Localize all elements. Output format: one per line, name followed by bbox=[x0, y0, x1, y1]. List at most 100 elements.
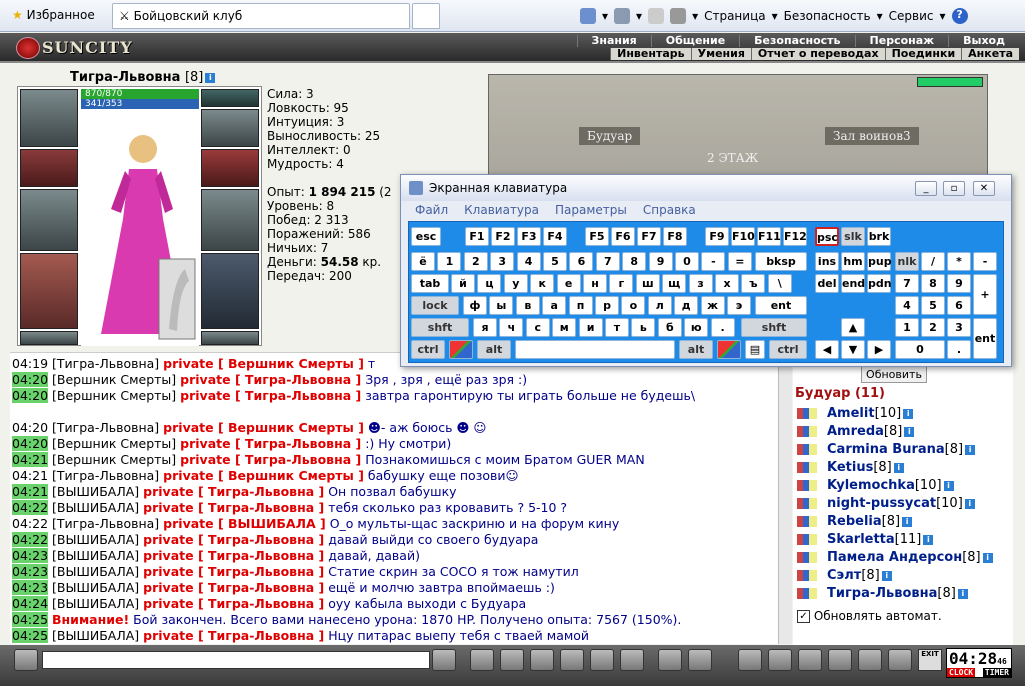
chat-input[interactable] bbox=[42, 651, 430, 669]
key-ent[interactable]: ent bbox=[973, 318, 997, 359]
gloves-slot[interactable] bbox=[201, 149, 259, 187]
key-slk[interactable]: slk bbox=[841, 227, 865, 246]
boots-slot[interactable] bbox=[201, 331, 259, 345]
private-message-icon[interactable] bbox=[797, 516, 817, 527]
key-esc[interactable]: esc bbox=[411, 227, 441, 246]
user-list-item[interactable]: Amelit[10] i bbox=[797, 406, 914, 421]
key-щ[interactable]: щ bbox=[662, 274, 687, 293]
rings-slot[interactable] bbox=[201, 109, 259, 147]
action-button-1[interactable] bbox=[738, 649, 762, 671]
key-4[interactable]: 4 bbox=[516, 252, 541, 271]
key-end[interactable]: end bbox=[841, 274, 865, 293]
key-del[interactable]: del bbox=[815, 274, 839, 293]
key-tab[interactable]: tab bbox=[411, 274, 449, 293]
chat-sender[interactable]: [ВЫШИБАЛА] bbox=[52, 580, 139, 595]
amulet-slot[interactable] bbox=[20, 149, 78, 187]
key-F9[interactable]: F9 bbox=[705, 227, 729, 246]
osk-titlebar[interactable]: Экранная клавиатура _ ▫ ✕ bbox=[401, 175, 1011, 201]
info-icon[interactable]: i bbox=[923, 534, 934, 545]
rss-icon[interactable] bbox=[614, 8, 631, 24]
chat-recipient[interactable]: private [ Тигра-Львовна ] bbox=[143, 484, 324, 499]
key-ы[interactable]: ы bbox=[489, 296, 514, 315]
info-icon[interactable]: i bbox=[965, 444, 976, 455]
refresh-button[interactable]: Обновить bbox=[861, 366, 927, 383]
private-message-icon[interactable] bbox=[797, 408, 817, 419]
nav-skills[interactable]: Умения bbox=[690, 48, 751, 60]
key-F1[interactable]: F1 bbox=[465, 227, 489, 246]
info-icon[interactable]: i bbox=[943, 480, 954, 491]
key-=[interactable]: = bbox=[727, 252, 752, 271]
nav-inventory[interactable]: Инвентарь bbox=[610, 48, 690, 60]
info-icon[interactable]: i bbox=[205, 72, 216, 83]
key-ц[interactable]: ц bbox=[477, 274, 502, 293]
user-list-item[interactable]: Rebelia[8] i bbox=[797, 514, 913, 529]
key-.[interactable]: . bbox=[947, 340, 971, 359]
nav-profile[interactable]: Анкета bbox=[961, 48, 1019, 60]
key-bksp[interactable]: bksp bbox=[755, 252, 807, 271]
chat-recipient[interactable]: private [ Тигра-Львовна ] bbox=[143, 564, 324, 579]
mail-icon[interactable] bbox=[648, 8, 665, 24]
key-3[interactable]: 3 bbox=[490, 252, 515, 271]
key-о[interactable]: о bbox=[621, 296, 646, 315]
chat-sender[interactable]: [ВЫШИБАЛА] bbox=[52, 596, 139, 611]
private-message-icon[interactable] bbox=[797, 534, 817, 545]
key-\[interactable]: \ bbox=[767, 274, 792, 293]
key-▤[interactable]: ▤ bbox=[745, 340, 765, 359]
key-э[interactable]: э bbox=[727, 296, 751, 315]
key--[interactable]: - bbox=[973, 252, 997, 271]
osk-menu-keyboard[interactable]: Клавиатура bbox=[464, 203, 539, 217]
chat-mode-button[interactable] bbox=[688, 649, 712, 671]
chevron-down-icon[interactable]: ▾ bbox=[636, 9, 642, 23]
chat-recipient[interactable]: private [ Тигра-Львовна ] bbox=[143, 628, 324, 643]
checkbox-icon[interactable]: ✓ bbox=[797, 610, 810, 623]
key-ш[interactable]: ш bbox=[635, 274, 660, 293]
key-F8[interactable]: F8 bbox=[663, 227, 687, 246]
private-message-icon[interactable] bbox=[797, 462, 817, 473]
user-list-item[interactable]: Сэлт[8] i bbox=[797, 568, 892, 583]
key-pup[interactable]: pup bbox=[867, 252, 892, 271]
user-list-item[interactable]: Kylemochka[10] i bbox=[797, 478, 954, 493]
minimize-button[interactable]: _ bbox=[915, 181, 937, 196]
key--[interactable]: - bbox=[701, 252, 726, 271]
nav-transfers[interactable]: Отчет о переводах bbox=[750, 48, 885, 60]
key-8[interactable]: 8 bbox=[921, 274, 945, 293]
map-room-boudoir[interactable]: Будуар bbox=[579, 127, 641, 145]
key-psc[interactable]: psc bbox=[815, 227, 839, 246]
key-win[interactable] bbox=[717, 340, 741, 359]
key-ins[interactable]: ins bbox=[815, 252, 839, 271]
chat-sender[interactable]: [ВЫШИБАЛА] bbox=[52, 628, 139, 643]
user-list-item[interactable]: Amreda[8] i bbox=[797, 424, 915, 439]
key-nlk[interactable]: nlk bbox=[895, 252, 919, 271]
action-button-3[interactable] bbox=[798, 649, 822, 671]
earrings-slot[interactable] bbox=[201, 89, 259, 107]
key-+[interactable]: + bbox=[973, 274, 997, 315]
key-7[interactable]: 7 bbox=[595, 252, 620, 271]
chat-recipient[interactable]: private [ Тигра-Львовна ] bbox=[180, 372, 361, 387]
key-2[interactable]: 2 bbox=[921, 318, 945, 337]
chat-sender[interactable]: [ВЫШИБАЛА] bbox=[52, 548, 139, 563]
info-icon[interactable]: i bbox=[904, 426, 915, 437]
key-ё[interactable]: ё bbox=[411, 252, 435, 271]
key-м[interactable]: м bbox=[552, 318, 577, 337]
key-х[interactable]: х bbox=[715, 274, 739, 293]
key-F10[interactable]: F10 bbox=[731, 227, 755, 246]
shield-slot[interactable] bbox=[201, 189, 259, 251]
key-д[interactable]: д bbox=[674, 296, 699, 315]
chat-sender[interactable]: [Вершник Смерты] bbox=[52, 372, 176, 387]
key-F6[interactable]: F6 bbox=[611, 227, 635, 246]
private-message-icon[interactable] bbox=[797, 498, 817, 509]
chat-recipient[interactable]: private [ Тигра-Львовна ] bbox=[143, 532, 324, 547]
page-menu[interactable]: Страница bbox=[704, 9, 766, 23]
key-4[interactable]: 4 bbox=[895, 296, 919, 315]
osk-menu-help[interactable]: Справка bbox=[643, 203, 696, 217]
chat-recipient[interactable]: private [ Тигра-Львовна ] bbox=[143, 548, 324, 563]
private-message-icon[interactable] bbox=[797, 480, 817, 491]
nav-character[interactable]: Персонаж bbox=[854, 35, 949, 47]
info-icon[interactable]: i bbox=[893, 462, 904, 473]
osk-menu-options[interactable]: Параметры bbox=[555, 203, 627, 217]
clear-button[interactable] bbox=[470, 649, 494, 671]
key-F3[interactable]: F3 bbox=[517, 227, 541, 246]
key-ж[interactable]: ж bbox=[700, 296, 725, 315]
exit-button[interactable]: EXIT bbox=[918, 649, 942, 671]
private-message-icon[interactable] bbox=[797, 570, 817, 581]
